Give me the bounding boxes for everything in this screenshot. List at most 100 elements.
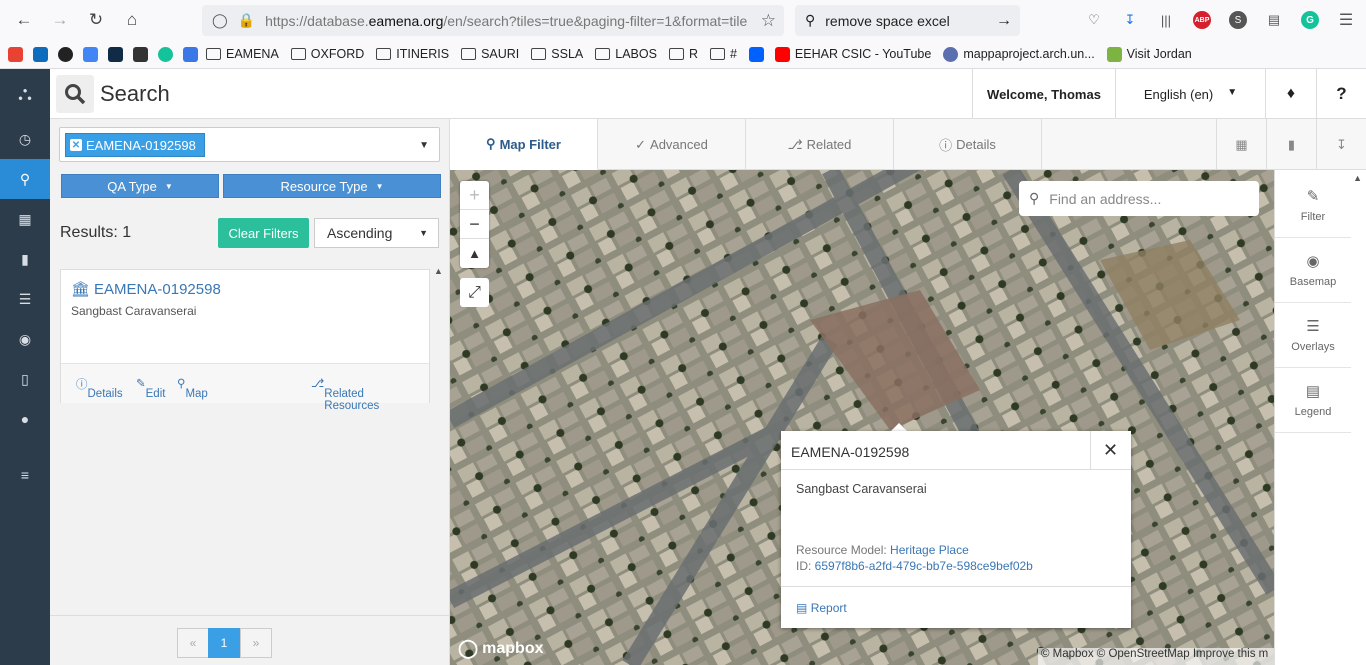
bookmark-youtube[interactable]: EEHAR CSIC - YouTube (774, 46, 931, 62)
panel-scroll-up-icon[interactable]: ▲ (1353, 173, 1362, 183)
home-icon[interactable]: ⌂ (114, 4, 150, 36)
bookmark-labos[interactable]: LABOS (595, 47, 657, 61)
page-next-button[interactable]: » (240, 628, 272, 658)
grammarly-bm-icon[interactable] (158, 46, 173, 62)
resources-icon[interactable]: ▦ (0, 199, 50, 239)
zoom-out-button[interactable]: − (460, 210, 489, 239)
page-prev-button[interactable]: « (177, 628, 209, 658)
browser-search[interactable]: ⚲ remove space excel → (795, 5, 1020, 36)
term-filter-select[interactable]: ✕ EAMENA-0192598 ▼ (59, 127, 440, 162)
adblock-icon[interactable]: ABP (1186, 4, 1218, 36)
search-nav-icon[interactable]: ⚲ (0, 159, 50, 199)
close-icon[interactable]: ✕ (1090, 431, 1130, 469)
list-icon[interactable]: ☰ (0, 279, 50, 319)
caret-down-icon[interactable]: ▼ (419, 140, 429, 151)
bookmark-jordan[interactable]: Visit Jordan (1106, 46, 1192, 62)
resource-id-link[interactable]: 6597f8b6-a2fd-479c-bb7e-598ce9bef02b (815, 559, 1033, 573)
compass-button[interactable]: ▲ (460, 239, 489, 268)
basemap-tool[interactable]: ◉ Basemap (1275, 238, 1351, 303)
page-current-button[interactable]: 1 (208, 628, 240, 658)
bookmark-hash[interactable]: # (709, 47, 737, 61)
reload-icon[interactable]: ↻ (78, 4, 114, 36)
notifications-icon[interactable]: ♦ (1265, 69, 1316, 119)
tab-advanced[interactable]: ✓ Advanced (598, 119, 746, 170)
tab-details[interactable]: ⓘ Details (894, 119, 1042, 170)
overlays-tool[interactable]: ☰ Overlays (1275, 303, 1351, 368)
bookmark-oxford[interactable]: OXFORD (290, 47, 364, 61)
eamena-logo-icon[interactable]: ⛬ (0, 69, 50, 119)
calendar-icon[interactable] (83, 46, 98, 62)
report-link[interactable]: ▤ Report (796, 601, 847, 615)
user-icon[interactable]: ● (0, 399, 50, 439)
bookmark-nav-icon[interactable]: ▮ (0, 239, 50, 279)
resource-type-label: Resource Type (280, 178, 368, 194)
bookmark-mappa[interactable]: mappaproject.arch.un... (943, 46, 1095, 62)
zotero-icon[interactable] (133, 46, 148, 62)
download-icon[interactable]: ↧ (1114, 4, 1146, 36)
dropbox-icon[interactable] (748, 46, 764, 62)
star-icon[interactable]: ☆ (761, 11, 776, 31)
check-circle-icon: ✓ (635, 136, 647, 152)
result-title-link[interactable]: 🏛 EAMENA-0192598 (71, 280, 221, 298)
bookmark-ssla[interactable]: SSLA (531, 47, 583, 61)
back-icon[interactable]: ← (6, 4, 42, 36)
popup-footer: ▤ Report (781, 586, 1131, 628)
cap-icon[interactable] (183, 46, 198, 62)
mapbox-logo[interactable]: ◯ mapbox (458, 638, 544, 659)
resource-type-button[interactable]: Resource Type ▼ (223, 174, 441, 198)
menu-nav-icon[interactable]: ≡ (0, 455, 50, 495)
language-select[interactable]: English (en) ▼ (1115, 69, 1265, 119)
bookmark-itineris[interactable]: ITINERIS (376, 47, 449, 61)
youtube-icon (774, 46, 790, 62)
map-view[interactable]: + − ▲ ⤢ ⚲ Find an address... EAMENA-0192… (450, 170, 1274, 665)
menu-icon[interactable]: ☰ (1330, 4, 1362, 36)
address-search-input[interactable]: ⚲ Find an address... (1019, 181, 1259, 216)
library-icon[interactable]: ||| (1150, 4, 1182, 36)
globe-nav-icon[interactable]: ◉ (0, 319, 50, 359)
remove-tag-icon[interactable]: ✕ (70, 139, 82, 151)
extension-s-icon[interactable]: S (1222, 4, 1254, 36)
pocket-icon[interactable]: ♡ (1078, 4, 1110, 36)
go-arrow-icon[interactable]: → (996, 12, 1012, 30)
bookmark-filter-icon[interactable]: ▮ (1266, 119, 1316, 170)
github-icon[interactable] (58, 46, 73, 62)
dashboard-icon[interactable]: ◷ (0, 119, 50, 159)
map-marker-icon: ⚲ (486, 136, 496, 151)
bookmark-sauri[interactable]: SAURI (461, 47, 519, 61)
page-title: Search (100, 81, 170, 106)
selected-term-tag[interactable]: ✕ EAMENA-0192598 (65, 133, 205, 157)
calendar-filter-icon[interactable]: ▦ (1216, 119, 1266, 170)
clear-filters-button[interactable]: Clear Filters (218, 218, 309, 248)
resource-model-link[interactable]: Heritage Place (890, 543, 969, 557)
related-resources-link[interactable]: ⎇ Related Resources (311, 376, 379, 412)
folder-icon (668, 48, 684, 60)
bookmark-r[interactable]: R (668, 47, 698, 61)
bookmark-eamena[interactable]: EAMENA (206, 47, 279, 61)
deepl-icon[interactable] (108, 46, 123, 62)
map-attribution[interactable]: © Mapbox © OpenStreetMap Improve this m (1038, 648, 1274, 665)
forward-icon[interactable]: → (42, 4, 78, 36)
fullscreen-button[interactable]: ⤢ (460, 278, 489, 307)
map-link[interactable]: ⚲ Map (177, 376, 208, 400)
outlook-icon[interactable] (33, 46, 48, 62)
results-scrollbar[interactable]: ▲ (434, 261, 448, 615)
details-link[interactable]: ⓘ Details (76, 376, 123, 400)
filter-tool[interactable]: ✎ Filter (1275, 173, 1351, 238)
gmail-icon[interactable] (8, 46, 23, 62)
sort-order-select[interactable]: Ascending ▼ (314, 218, 439, 248)
download-results-icon[interactable]: ↧ (1316, 119, 1366, 170)
search-results-panel: ✕ EAMENA-0192598 ▼ QA Type ▼ Resource Typ… (50, 119, 450, 665)
tab-related[interactable]: ⎇ Related (746, 119, 894, 170)
zoom-in-button[interactable]: + (460, 181, 489, 210)
reader-icon[interactable]: ▤ (1258, 4, 1290, 36)
mobile-icon[interactable]: ▯ (0, 359, 50, 399)
help-button[interactable]: ? (1316, 69, 1366, 119)
url-bar[interactable]: ◯ 🔒 https://database. eamena.org/en/searc… (202, 5, 784, 36)
qa-type-button[interactable]: QA Type ▼ (61, 174, 219, 198)
edit-link[interactable]: ✎ Edit (136, 376, 165, 400)
legend-tool[interactable]: ▤ Legend (1275, 368, 1351, 433)
grammarly-icon[interactable]: G (1294, 4, 1326, 36)
tab-map-filter[interactable]: ⚲ Map Filter (450, 119, 598, 170)
welcome-user[interactable]: Welcome, Thomas (972, 69, 1115, 119)
scroll-up-icon[interactable]: ▲ (434, 266, 443, 276)
